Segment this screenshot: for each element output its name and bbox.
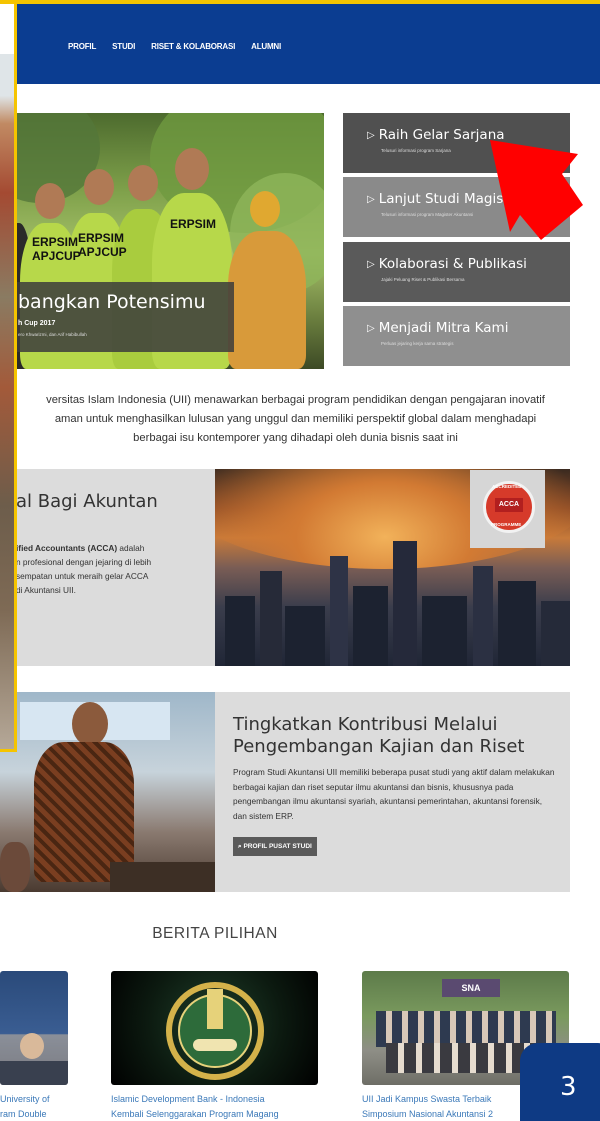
nav-profil[interactable]: PROFIL xyxy=(68,42,96,51)
idb-logo-icon xyxy=(166,982,264,1080)
left-overlay-panel[interactable] xyxy=(0,54,17,752)
acca-body-line: sempatan untuk meraih gelar ACCA xyxy=(16,571,149,581)
news-thumbnail[interactable] xyxy=(0,971,68,1085)
nav-studi[interactable]: STUDI xyxy=(112,42,135,51)
main-nav: PROFIL STUDI RISET & KOLABORASI ALUMNI xyxy=(68,42,281,51)
shirt-text: APJCUP xyxy=(32,249,81,263)
speaker-photo xyxy=(0,692,215,892)
intro-paragraph: versitas Islam Indonesia (UII) menawarka… xyxy=(8,391,583,448)
intro-line: berbagai isu kontemporer yang dihadapi o… xyxy=(133,432,458,444)
news-caption-line: Islamic Development Bank - Indonesia xyxy=(111,1094,265,1104)
acca-body-line: n profesional dengan jejaring di lebih xyxy=(16,557,152,567)
menu-menjadi-mitra-kami[interactable]: Menjadi Mitra Kami Perluas jejaring kerj… xyxy=(343,306,570,366)
research-body: Program Studi Akuntansi UII memiliki beb… xyxy=(233,767,555,821)
menu-item-sub: Telusuri informasi program Sarjana xyxy=(381,148,451,153)
acca-title: al Bagi Akuntan xyxy=(16,491,158,512)
acca-body: ified Accountants (ACCA) adalah n profes… xyxy=(16,541,196,597)
acca-badge-top-text: ACCREDITED xyxy=(492,484,522,489)
research-title-line: Tingkatkan Kontribusi Melalui xyxy=(233,714,498,735)
profil-pusat-studi-button[interactable]: ⌕ PROFIL PUSAT STUDI xyxy=(233,837,317,856)
menu-item-sub: Perluas jejaring kerja sama strategis xyxy=(381,341,454,346)
news-caption-line: Simposium Nasional Akuntansi 2 xyxy=(362,1109,494,1119)
news-caption-line: ram Double xyxy=(0,1109,47,1119)
news-caption[interactable]: UII Jadi Kampus Swasta Terbaik Simposium… xyxy=(362,1092,522,1121)
menu-lanjut-studi-magister[interactable]: Lanjut Studi Magister Telusuri informasi… xyxy=(343,177,570,237)
hero-subtitle: h Cup 2017 xyxy=(18,320,56,327)
menu-item-sub: Jajaki Peluang Riset & Publikasi Bersama xyxy=(381,277,465,282)
menu-item-label: Raih Gelar Sarjana xyxy=(367,127,505,143)
shirt-text: ERPSIM xyxy=(78,231,125,245)
step-number-badge: 3 xyxy=(520,1043,600,1121)
news-caption-line: Kembali Selenggarakan Program Magang xyxy=(111,1109,279,1119)
menu-kolaborasi-publikasi[interactable]: Kolaborasi & Publikasi Jajaki Peluang Ri… xyxy=(343,242,570,302)
berita-pilihan-heading: BERITA PILIHAN xyxy=(152,925,278,942)
news-caption-line: University of xyxy=(0,1094,50,1104)
news-thumbnail[interactable] xyxy=(111,971,318,1085)
nav-riset-kolaborasi[interactable]: RISET & KOLABORASI xyxy=(151,42,235,51)
shirt-text: ERPSIM xyxy=(32,235,79,249)
top-navigation-bar: PROFIL STUDI RISET & KOLABORASI ALUMNI xyxy=(0,0,600,84)
step-number: 3 xyxy=(560,1072,577,1102)
acca-badge-ring-text: ACCREDITED PROGRAMME xyxy=(484,482,534,532)
acca-body-text: adalah xyxy=(117,543,145,553)
acca-badge-bottom-text: PROGRAMME xyxy=(491,522,522,527)
shirt-text: APJCUP xyxy=(78,245,127,259)
nav-alumni[interactable]: ALUMNI xyxy=(251,42,281,51)
menu-item-label: Kolaborasi & Publikasi xyxy=(367,256,527,272)
menu-raih-gelar-sarjana[interactable]: Raih Gelar Sarjana Telusuri informasi pr… xyxy=(343,113,570,173)
hero-title: bangkan Potensimu xyxy=(18,291,206,313)
news-caption-line: UII Jadi Kampus Swasta Terbaik xyxy=(362,1094,492,1104)
news-caption[interactable]: University of ram Double xyxy=(0,1092,68,1121)
acca-body-bold: ified Accountants (ACCA) xyxy=(16,543,118,553)
menu-item-label: Lanjut Studi Magister xyxy=(367,191,523,207)
intro-line: aman untuk menghasilkan lulusan yang ung… xyxy=(54,413,537,425)
acca-body-line: di Akuntansi UII. xyxy=(16,585,76,595)
menu-item-sub: Telusuri informasi program Magister Akun… xyxy=(381,212,474,217)
research-title-line: Pengembangan Kajian dan Riset xyxy=(233,736,525,757)
menu-item-label: Menjadi Mitra Kami xyxy=(367,320,509,336)
news-caption[interactable]: Islamic Development Bank - Indonesia Kem… xyxy=(111,1092,326,1121)
intro-line: versitas Islam Indonesia (UII) menawarka… xyxy=(46,394,545,406)
research-title: Tingkatkan Kontribusi Melalui Pengembang… xyxy=(233,714,524,758)
shirt-text: ERPSIM xyxy=(170,217,217,231)
sna-banner: SNA xyxy=(442,979,500,997)
left-panel-header xyxy=(0,4,17,54)
hero-credits: ero Khwarizmi, dan Arif Habibullah xyxy=(18,332,87,337)
